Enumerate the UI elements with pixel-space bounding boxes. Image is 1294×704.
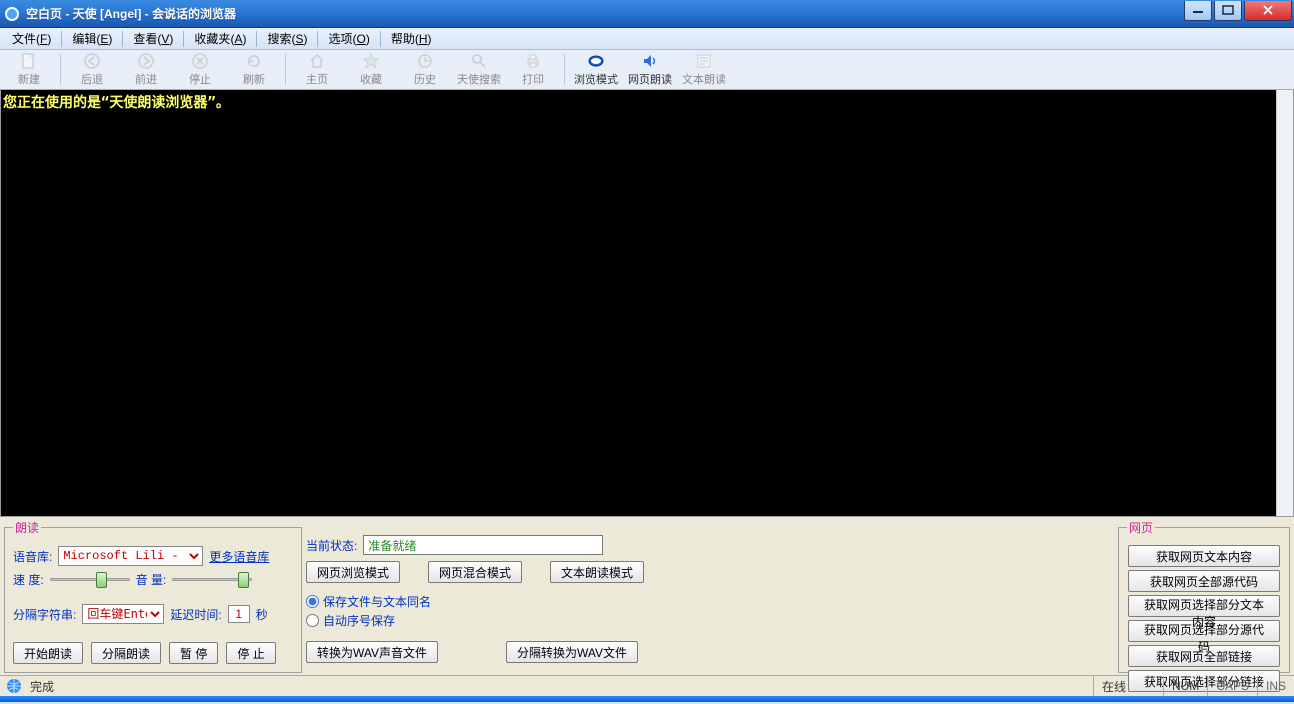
- radio-auto-seq[interactable]: 自动序号保存: [306, 612, 1114, 629]
- home-icon: [308, 52, 326, 70]
- menu-favorites[interactable]: 收藏夹(A): [186, 28, 254, 49]
- window-controls: [1182, 1, 1292, 21]
- new-icon: [20, 52, 38, 70]
- app-icon: [4, 6, 20, 22]
- content-area: 您正在使用的是“天使朗读浏览器”。: [0, 90, 1294, 517]
- tool-stop[interactable]: 停止: [173, 50, 227, 89]
- toolbar: 新建 后退 前进 停止 刷新 主页 收藏 历史 天使搜索 打印 浏览模式 网页朗…: [0, 50, 1294, 90]
- minimize-button[interactable]: [1184, 1, 1212, 21]
- back-icon: [83, 52, 101, 70]
- menu-file[interactable]: 文件(F): [4, 28, 59, 49]
- menu-edit[interactable]: 编辑(E): [64, 28, 120, 49]
- menu-options[interactable]: 选项(O): [320, 28, 377, 49]
- status-caps: CAPS: [1207, 676, 1257, 696]
- stop-icon: [191, 52, 209, 70]
- bottom-panel: 朗读 语音库: Microsoft Lili - Chines 更多语音库 速 …: [0, 517, 1294, 675]
- tool-refresh[interactable]: 刷新: [227, 50, 281, 89]
- menu-search[interactable]: 搜索(S): [259, 28, 315, 49]
- get-selected-text-button[interactable]: 获取网页选择部分文本内容: [1128, 595, 1280, 617]
- browse-mode-button[interactable]: 网页浏览模式: [306, 561, 400, 583]
- page-message: 您正在使用的是“天使朗读浏览器”。: [1, 90, 1293, 114]
- window-titlebar: 空白页 - 天使 [Angel] - 会说话的浏览器: [0, 0, 1294, 28]
- mixed-mode-button[interactable]: 网页混合模式: [428, 561, 522, 583]
- search-icon: [470, 52, 488, 70]
- globe-icon: [6, 678, 22, 694]
- split-convert-wav-button[interactable]: 分隔转换为WAV文件: [506, 641, 638, 663]
- mode-panel: 当前状态: 准备就绪 网页浏览模式 网页混合模式 文本朗读模式 保存文件与文本同…: [306, 519, 1114, 673]
- web-legend: 网页: [1127, 519, 1155, 536]
- split-read-button[interactable]: 分隔朗读: [91, 642, 161, 664]
- tool-angel-search[interactable]: 天使搜索: [452, 50, 506, 89]
- menu-help[interactable]: 帮助(H): [383, 28, 440, 49]
- delay-label: 延迟时间:: [170, 606, 221, 623]
- window-title: 空白页 - 天使 [Angel] - 会说话的浏览器: [26, 5, 1182, 22]
- stop-button[interactable]: 停 止: [226, 642, 275, 664]
- statusbar: 完成 在线 NUM CAPS INS: [0, 675, 1294, 696]
- more-voices-link[interactable]: 更多语音库: [209, 548, 269, 565]
- star-icon: [362, 52, 380, 70]
- tool-text-read[interactable]: 文本朗读: [677, 50, 731, 89]
- get-page-source-button[interactable]: 获取网页全部源代码: [1128, 570, 1280, 592]
- tool-favorites[interactable]: 收藏: [344, 50, 398, 89]
- status-done: 完成: [30, 678, 54, 695]
- history-icon: [416, 52, 434, 70]
- volume-label: 音 量:: [136, 571, 167, 588]
- speed-label: 速 度:: [13, 571, 44, 588]
- browse-mode-icon: [587, 52, 605, 70]
- get-page-text-button[interactable]: 获取网页文本内容: [1128, 545, 1280, 567]
- pause-button[interactable]: 暂 停: [169, 642, 218, 664]
- delay-input[interactable]: [228, 605, 250, 623]
- voice-label: 语音库:: [13, 548, 52, 565]
- radio-same-name[interactable]: 保存文件与文本同名: [306, 593, 1114, 610]
- tool-home[interactable]: 主页: [290, 50, 344, 89]
- forward-icon: [137, 52, 155, 70]
- tool-history[interactable]: 历史: [398, 50, 452, 89]
- vertical-scrollbar[interactable]: [1276, 90, 1293, 516]
- status-num: NUM: [1163, 676, 1207, 696]
- tool-new[interactable]: 新建: [2, 50, 56, 89]
- read-legend: 朗读: [13, 519, 41, 536]
- get-selected-source-button[interactable]: 获取网页选择部分源代码: [1128, 620, 1280, 642]
- separator-label: 分隔字符串:: [13, 606, 76, 623]
- web-panel: 网页 获取网页文本内容 获取网页全部源代码 获取网页选择部分文本内容 获取网页选…: [1118, 519, 1290, 673]
- tool-back[interactable]: 后退: [65, 50, 119, 89]
- menu-view[interactable]: 查看(V): [125, 28, 181, 49]
- speed-slider[interactable]: [50, 570, 130, 588]
- separator-select[interactable]: 回车键Enter: [82, 604, 164, 624]
- text-read-icon: [695, 52, 713, 70]
- speaker-icon: [641, 52, 659, 70]
- volume-slider[interactable]: [172, 570, 252, 588]
- delay-unit: 秒: [256, 606, 268, 623]
- tool-forward[interactable]: 前进: [119, 50, 173, 89]
- voice-select[interactable]: Microsoft Lili - Chines: [58, 546, 203, 566]
- status-field: 准备就绪: [363, 535, 603, 555]
- get-all-links-button[interactable]: 获取网页全部链接: [1128, 645, 1280, 667]
- print-icon: [524, 52, 542, 70]
- read-panel: 朗读 语音库: Microsoft Lili - Chines 更多语音库 速 …: [4, 519, 302, 673]
- status-ins: INS: [1257, 676, 1294, 696]
- text-read-mode-button[interactable]: 文本朗读模式: [550, 561, 644, 583]
- status-label: 当前状态:: [306, 537, 357, 554]
- browser-viewport[interactable]: 您正在使用的是“天使朗读浏览器”。: [0, 90, 1294, 517]
- maximize-button[interactable]: [1214, 1, 1242, 21]
- convert-wav-button[interactable]: 转换为WAV声音文件: [306, 641, 438, 663]
- menubar: 文件(F) 编辑(E) 查看(V) 收藏夹(A) 搜索(S) 选项(O) 帮助(…: [0, 28, 1294, 50]
- taskbar: [0, 696, 1294, 702]
- close-button[interactable]: [1244, 1, 1292, 21]
- status-online: 在线: [1093, 676, 1163, 696]
- tool-print[interactable]: 打印: [506, 50, 560, 89]
- refresh-icon: [245, 52, 263, 70]
- start-read-button[interactable]: 开始朗读: [13, 642, 83, 664]
- tool-browse-mode[interactable]: 浏览模式: [569, 50, 623, 89]
- tool-page-read[interactable]: 网页朗读: [623, 50, 677, 89]
